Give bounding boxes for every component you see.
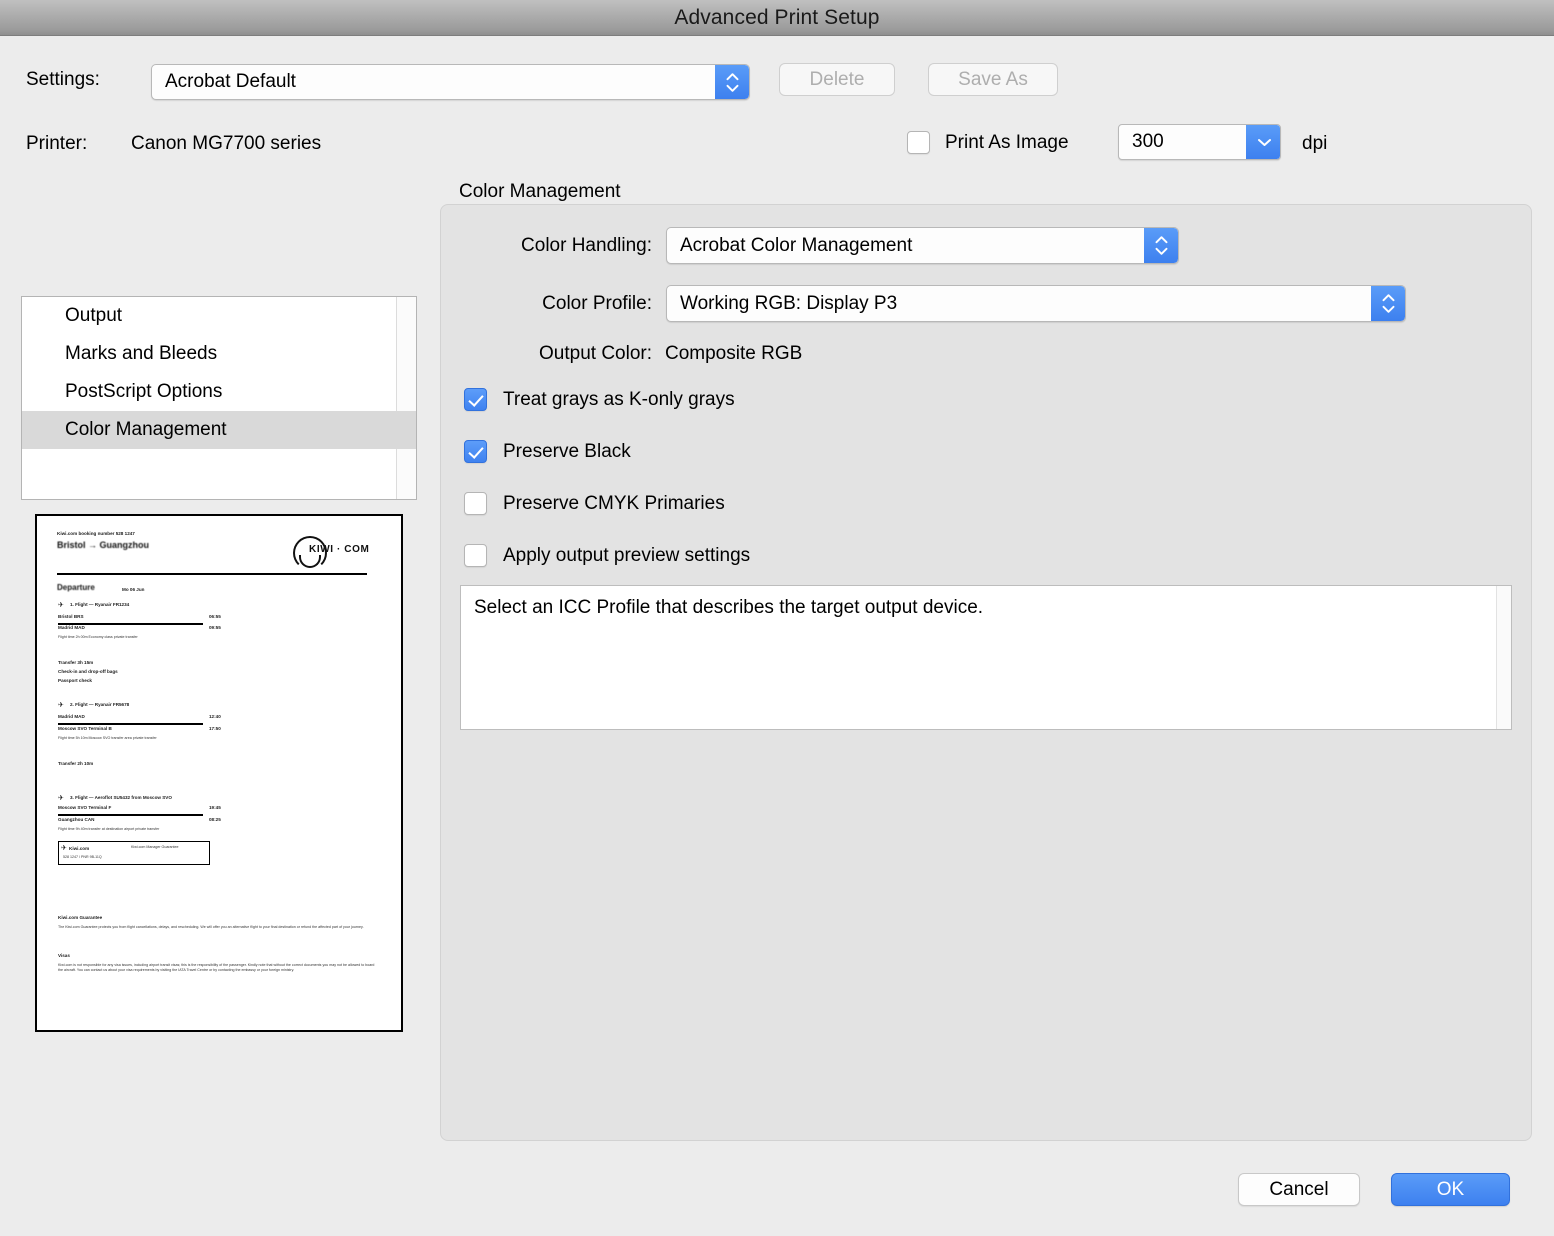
apply-output-preview-settings-checkbox[interactable] <box>464 544 487 567</box>
preserve-cmyk-primaries-label: Preserve CMYK Primaries <box>503 492 725 514</box>
preview-route-title: Bristol → Guangzhou <box>57 540 149 550</box>
list-item-color-management[interactable]: Color Management <box>22 411 416 449</box>
preview-segment-2-to: Moscow SVO Terminal B <box>58 726 112 731</box>
preview-segment-3-from: Moscow SVO Terminal F <box>58 805 112 810</box>
color-profile-dropdown[interactable]: Working RGB: Display P3 <box>666 285 1406 322</box>
list-item-postscript-options[interactable]: PostScript Options <box>22 373 416 411</box>
save-as-button[interactable]: Save As <box>928 63 1058 96</box>
settings-preset-value: Acrobat Default <box>165 71 296 92</box>
color-handling-label: Color Handling: <box>521 235 652 256</box>
list-item-marks-and-bleeds[interactable]: Marks and Bleeds <box>22 335 416 373</box>
checkbox-row-apply-output-preview-settings[interactable]: Apply output preview settings <box>464 544 750 567</box>
checkbox-row-preserve-cmyk-primaries[interactable]: Preserve CMYK Primaries <box>464 492 725 515</box>
preview-departure-date: Mo 06 Jun <box>122 587 145 592</box>
settings-label: Settings: <box>26 69 100 90</box>
preview-logo-text: KIWI · COM <box>309 544 370 555</box>
print-as-image-label: Print As Image <box>945 131 1069 153</box>
preserve-black-checkbox[interactable] <box>464 440 487 463</box>
preview-note-1-body: The Kiwi.com Guarantee protects you from… <box>58 925 364 929</box>
updown-chevron-icon <box>1371 286 1405 321</box>
preview-segment-1-to-time: 09:55 <box>209 625 221 630</box>
preview-segment-2-from-time: 12:40 <box>209 714 221 719</box>
updown-chevron-icon <box>1144 228 1178 263</box>
kiwi-com-logo-icon: KIWI · COM <box>293 534 371 570</box>
preview-segment-2-to-time: 17:50 <box>209 726 221 731</box>
output-color-label: Output Color: <box>539 343 652 364</box>
color-profile-value: Working RGB: Display P3 <box>680 292 898 314</box>
description-box: Select an ICC Profile that describes the… <box>460 585 1512 730</box>
preview-plane-icon-2: ✈ <box>58 702 64 709</box>
preview-divider <box>57 573 367 575</box>
page-preview-thumbnail: Kiwi.com booking number 528 1247 Bristol… <box>35 514 403 1032</box>
delete-button[interactable]: Delete <box>779 63 895 96</box>
preview-segment-3-to-time: 08:25 <box>209 817 221 822</box>
preview-departure-heading: Departure <box>57 583 95 592</box>
preview-plane-icon-3: ✈ <box>58 795 64 802</box>
dpi-dropdown[interactable]: 300 <box>1118 124 1281 160</box>
preview-booking-ref: Kiwi.com booking number 528 1247 <box>57 531 135 536</box>
preview-note-2-heading: Visas <box>58 953 70 958</box>
updown-chevron-icon <box>715 65 749 99</box>
dpi-value: 300 <box>1132 131 1164 152</box>
treat-grays-as-k-only-grays-label: Treat grays as K-only grays <box>503 388 735 410</box>
preview-footer-line-1: Kiwi.com <box>69 846 90 851</box>
preview-plane-icon-1: ✈ <box>58 602 64 609</box>
preview-footer-line-3: Kiwi.com Manager Guarantee <box>131 845 179 849</box>
preview-segment-3-to: Guangzhou CAN <box>58 817 95 822</box>
cancel-button[interactable]: Cancel <box>1238 1173 1360 1206</box>
preview-note-2-body: Kiwi.com is not responsible for any visa… <box>58 963 375 973</box>
description-scrollbar[interactable] <box>1496 586 1511 729</box>
printer-value: Canon MG7700 series <box>131 133 322 154</box>
preview-transfer-1: Transfer 3h 15m <box>58 660 94 665</box>
preview-footer-box: ✈ Kiwi.com 528 1247 / PNR 9B-11Q Kiwi.co… <box>58 841 210 865</box>
preview-segment-1-detail: Flight time 2h 00m Economy class private… <box>58 635 138 639</box>
color-profile-label: Color Profile: <box>542 293 652 314</box>
preview-segment-2-detail: Flight time 5h 10m Moscow SVO transfer a… <box>58 736 157 740</box>
preview-note-1-heading: Kiwi.com Guarantee <box>58 915 103 920</box>
preview-segment-3-from-time: 19:45 <box>209 805 221 810</box>
preview-segment-2-flight: 2. Flight — Ryanair FR5678 <box>70 702 130 707</box>
output-color-value: Composite RGB <box>665 343 803 364</box>
printer-label: Printer: <box>26 133 88 154</box>
preview-segment-3-detail: Flight time 9h 40m transfer at destinati… <box>58 827 160 831</box>
preview-segment-1-flight: 1. Flight — Ryanair FR1234 <box>70 602 130 607</box>
preview-transfer-2: Transfer 2h 10m <box>58 761 94 766</box>
preview-segment-3-flight: 3. Flight — Aeroflot SU5432 from Moscow … <box>70 795 172 800</box>
window-title: Advanced Print Setup <box>674 5 880 29</box>
print-as-image-checkbox[interactable] <box>907 131 930 154</box>
color-handling-dropdown[interactable]: Acrobat Color Management <box>666 227 1179 264</box>
preview-transfer-1-note-2: Passport check <box>58 678 92 683</box>
dpi-unit-label: dpi <box>1302 133 1328 154</box>
window-titlebar: Advanced Print Setup <box>0 0 1554 36</box>
preserve-black-label: Preserve Black <box>503 440 631 462</box>
chevron-down-icon <box>1246 125 1280 159</box>
preview-segment-1-from: Bristol BRS <box>58 614 84 619</box>
color-management-group-title: Color Management <box>459 181 621 202</box>
preview-segment-2-from: Madrid MAD <box>58 714 85 719</box>
preview-segment-1-from-time: 06:55 <box>209 614 221 619</box>
color-handling-value: Acrobat Color Management <box>680 234 913 256</box>
preview-transfer-1-note-1: Check-in and drop-off bags <box>58 669 118 674</box>
list-item-output[interactable]: Output <box>22 297 416 335</box>
description-text: Select an ICC Profile that describes the… <box>474 597 984 618</box>
checkbox-row-preserve-black[interactable]: Preserve Black <box>464 440 631 463</box>
settings-preset-dropdown[interactable]: Acrobat Default <box>151 64 750 100</box>
ok-button[interactable]: OK <box>1391 1173 1510 1206</box>
apply-output-preview-settings-label: Apply output preview settings <box>503 544 751 566</box>
preview-plane-icon-4: ✈ <box>61 845 67 852</box>
preserve-cmyk-primaries-checkbox[interactable] <box>464 492 487 515</box>
treat-grays-as-k-only-grays-checkbox[interactable] <box>464 388 487 411</box>
print-options-list[interactable]: Output Marks and Bleeds PostScript Optio… <box>21 296 417 500</box>
preview-segment-1-to: Madrid MAD <box>58 625 85 630</box>
preview-footer-line-2: 528 1247 / PNR 9B-11Q <box>63 855 102 859</box>
print-as-image-row[interactable]: Print As Image <box>907 131 1069 154</box>
checkbox-row-treat-grays-as-k-only-grays[interactable]: Treat grays as K-only grays <box>464 388 735 411</box>
